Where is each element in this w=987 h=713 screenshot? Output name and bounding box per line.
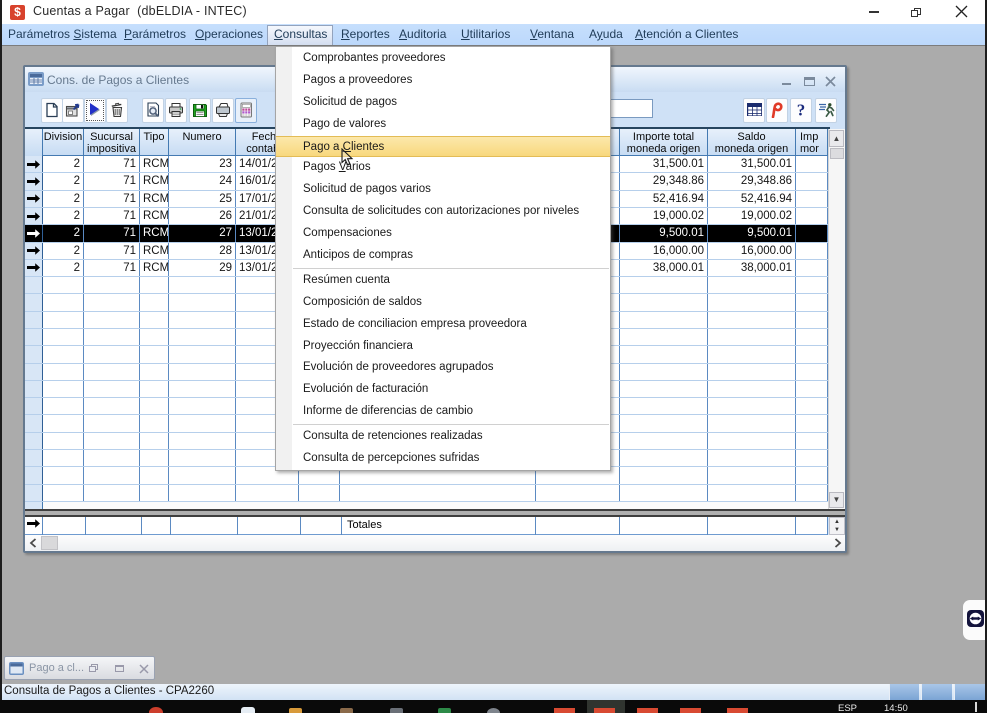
svg-text:?: ?: [797, 102, 806, 118]
